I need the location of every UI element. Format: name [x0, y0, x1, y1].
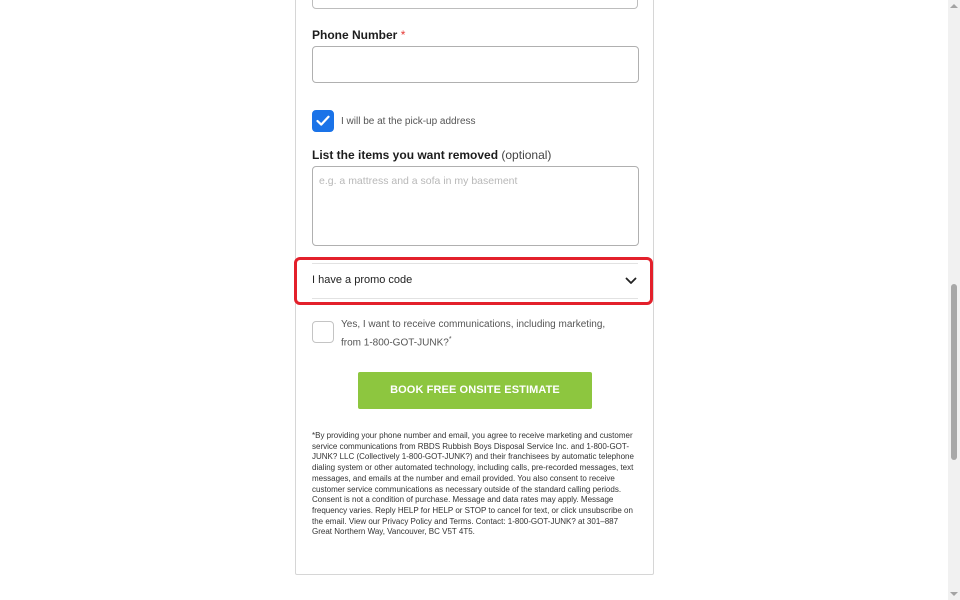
scroll-down-arrow-icon[interactable]: [950, 592, 958, 596]
marketing-checkbox-label: Yes, I want to receive communications, i…: [341, 317, 611, 350]
phone-label-text: Phone Number: [312, 28, 398, 42]
phone-input[interactable]: [312, 46, 639, 83]
promo-highlight-box: [294, 257, 653, 305]
scrollbar-thumb[interactable]: [951, 284, 957, 460]
optional-label: (optional): [501, 148, 552, 162]
marketing-label-line2: from 1-800-GOT-JUNK?: [341, 337, 449, 349]
disclaimer-text: *By providing your phone number and emai…: [312, 431, 634, 537]
page-scrollbar[interactable]: [948, 0, 960, 600]
book-estimate-button[interactable]: BOOK FREE ONSITE ESTIMATE: [358, 372, 592, 409]
items-textarea[interactable]: e.g. a mattress and a sofa in my basemen…: [312, 166, 639, 246]
pickup-checkbox-label: I will be at the pick-up address: [341, 116, 476, 127]
items-label-text: List the items you want removed: [312, 148, 499, 162]
checkmark-icon: [316, 115, 330, 126]
previous-field-input[interactable]: [312, 0, 638, 9]
pickup-checkbox[interactable]: [312, 110, 334, 132]
marketing-label-line1: Yes, I want to receive communications, i…: [341, 319, 606, 330]
marketing-checkbox[interactable]: [312, 321, 334, 343]
phone-label: Phone Number *: [312, 28, 405, 42]
required-mark: *: [400, 28, 406, 42]
footnote-mark: *: [448, 336, 452, 343]
page: Phone Number * I will be at the pick-up …: [0, 0, 960, 600]
scroll-up-arrow-icon[interactable]: [950, 4, 958, 8]
items-label: List the items you want removed (optiona…: [312, 148, 551, 162]
marketing-label-line2-wrap: from 1-800-GOT-JUNK?*: [341, 332, 611, 350]
items-placeholder: e.g. a mattress and a sofa in my basemen…: [319, 175, 518, 187]
